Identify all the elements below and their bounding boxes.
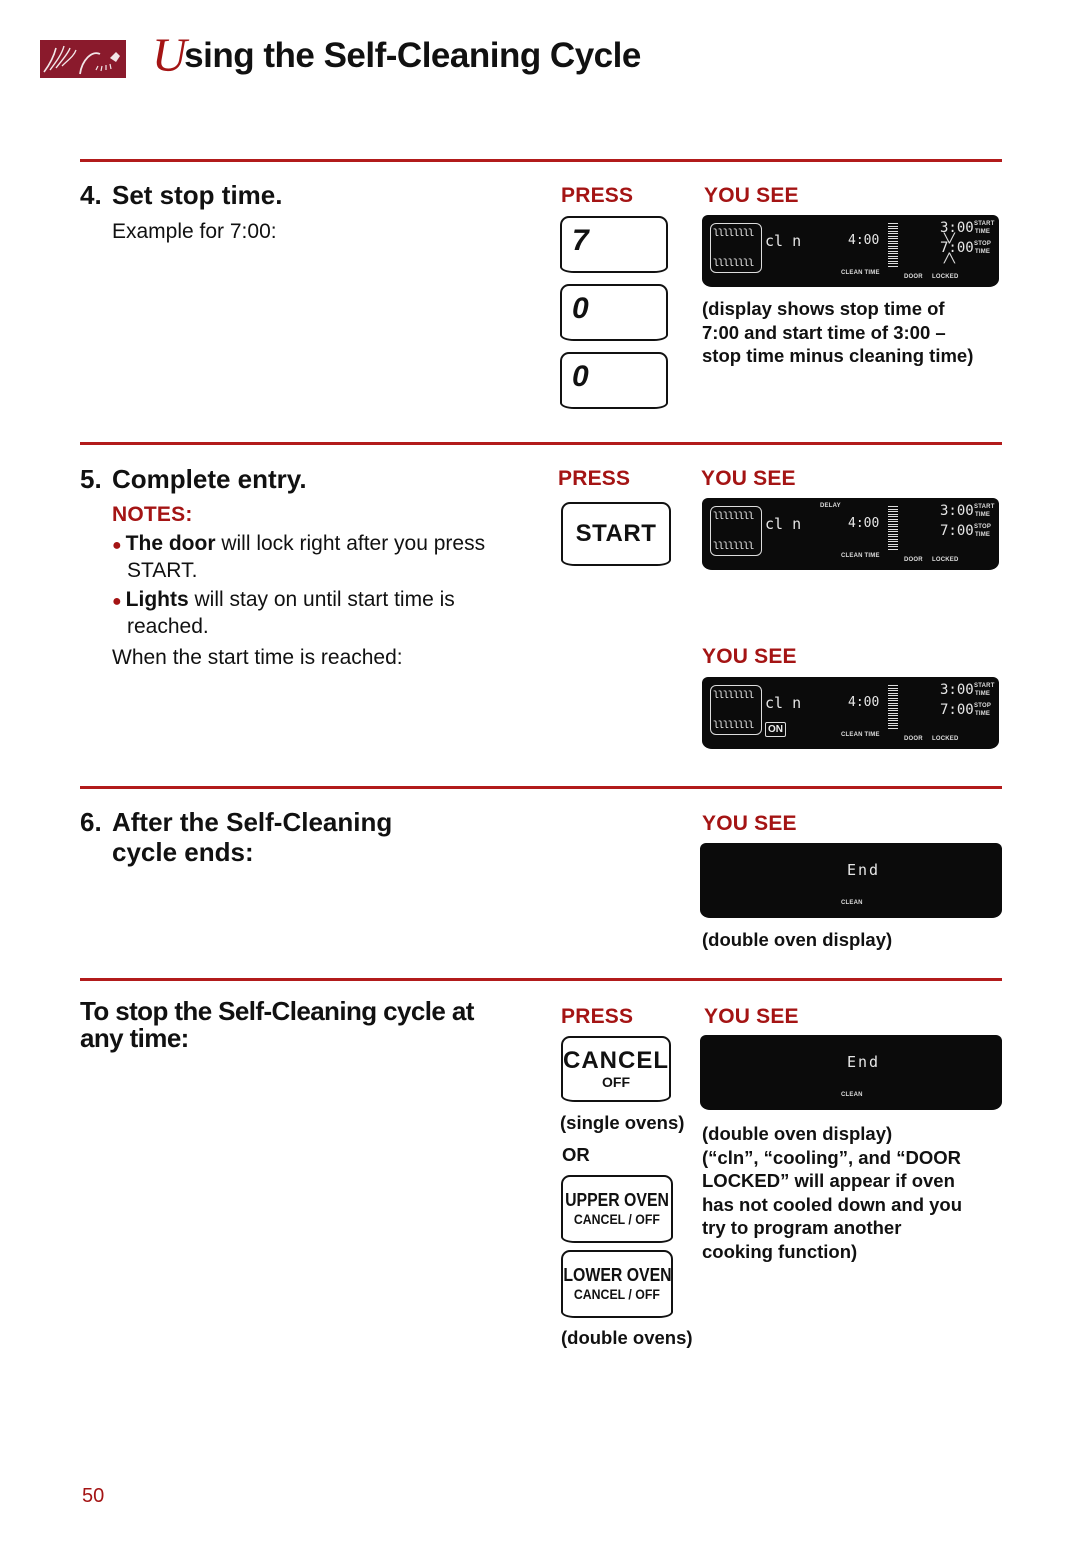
bullet-icon: ● — [112, 593, 122, 610]
stop-time-readout: 7:00 — [940, 702, 974, 718]
section-divider — [80, 786, 1002, 789]
title-initial: U — [152, 29, 187, 82]
oven-icon: ʅʅʅʅʅʅʅʅ ʅʅʅʅʅʅʅʅ — [710, 685, 762, 735]
oven-display-end: End CLEAN — [700, 1035, 1002, 1110]
delay-label: DELAY — [820, 503, 841, 509]
you-see-label: YOU SEE — [702, 812, 797, 835]
flashing-indicator-icon: ╱╲ — [944, 253, 955, 263]
start-time-readout: 3:00 — [940, 682, 974, 698]
cancel-off-button[interactable]: CANCEL OFF — [561, 1036, 671, 1102]
you-see-label: YOU SEE — [704, 184, 799, 207]
locked-label: LOCKED — [932, 736, 959, 742]
end-readout: End — [847, 861, 881, 879]
oven-icon: ʅʅʅʅʅʅʅʅ ʅʅʅʅʅʅʅʅ — [710, 223, 762, 273]
you-see-label: YOU SEE — [702, 645, 797, 668]
oven-icon: ʅʅʅʅʅʅʅʅ ʅʅʅʅʅʅʅʅ — [710, 506, 762, 556]
stop-time-readout: 7:00 — [940, 523, 974, 539]
door-label: DOOR — [904, 736, 923, 742]
start-button[interactable]: START — [561, 502, 671, 566]
step-4-caption: (display shows stop time of 7:00 and sta… — [702, 298, 974, 366]
level-bars — [888, 223, 898, 268]
note-item: ● Lights will stay on until start time is… — [112, 588, 455, 638]
key-0-button[interactable]: 0 — [560, 284, 668, 341]
mode-readout: cl n — [765, 694, 802, 712]
end-readout: End — [847, 1053, 881, 1071]
you-see-label: YOU SEE — [701, 467, 796, 490]
clean-time-readout: 4:00 — [848, 695, 880, 710]
locked-label: LOCKED — [932, 557, 959, 563]
section-divider — [80, 978, 1002, 981]
brand-logo — [40, 40, 126, 78]
stop-section-title: To stop the Self-Cleaning cycle at any t… — [80, 996, 474, 1053]
section-divider — [80, 159, 1002, 162]
door-label: DOOR — [904, 557, 923, 563]
step-6-title: 6. After the Self-Cleaning cycle ends: — [80, 807, 393, 867]
step-5-title: 5. Complete entry. — [80, 464, 307, 494]
key-0-button[interactable]: 0 — [560, 352, 668, 409]
mode-readout: cl n — [765, 232, 802, 250]
oven-display-delay: ʅʅʅʅʅʅʅʅ ʅʅʅʅʅʅʅʅ DELAY cl n 4:00 CLEAN … — [702, 498, 999, 570]
level-bars — [888, 506, 898, 551]
mode-readout: cl n — [765, 515, 802, 533]
step-6-caption: (double oven display) — [702, 929, 893, 950]
on-indicator: ON — [765, 722, 786, 737]
press-label: PRESS — [561, 1005, 634, 1028]
single-ovens-label: (single ovens) — [560, 1112, 685, 1133]
step-4-example: Example for 7:00: — [112, 220, 277, 243]
level-bars — [888, 685, 898, 730]
oven-display-on: ʅʅʅʅʅʅʅʅ ʅʅʅʅʅʅʅʅ ON cl n 4:00 CLEAN TIM… — [702, 677, 999, 749]
oven-display-end: End CLEAN — [700, 843, 1002, 918]
step-4-title: 4. Set stop time. — [80, 180, 283, 210]
oven-display-stop-time: ʅʅʅʅʅʅʅʅ ʅʅʅʅʅʅʅʅ cl n 4:00 CLEAN TIME D… — [702, 215, 999, 287]
clean-time-label: CLEAN TIME — [841, 553, 880, 559]
stop-section-caption: (double oven display) (“cln”, “cooling”,… — [702, 1123, 963, 1262]
clean-label: CLEAN — [841, 1092, 863, 1098]
press-label: PRESS — [561, 184, 634, 207]
double-ovens-label: (double ovens) — [561, 1327, 693, 1348]
clean-label: CLEAN — [841, 900, 863, 906]
page-number: 50 — [82, 1485, 105, 1507]
press-label: PRESS — [558, 467, 631, 490]
you-see-label: YOU SEE — [704, 1005, 799, 1028]
bullet-icon: ● — [112, 537, 122, 554]
wheat-and-flame-logo-icon — [40, 40, 126, 78]
upper-oven-cancel-button[interactable]: UPPER OVEN CANCEL / OFF — [561, 1175, 673, 1243]
title-text: sing the Self-Cleaning Cycle — [184, 36, 641, 75]
section-divider — [80, 442, 1002, 445]
key-7-button[interactable]: 7 — [560, 216, 668, 273]
clean-time-readout: 4:00 — [848, 516, 880, 531]
note-item: ● The door will lock right after you pres… — [112, 532, 486, 582]
lower-oven-cancel-button[interactable]: LOWER OVEN CANCEL / OFF — [561, 1250, 673, 1318]
notes-label: NOTES: — [112, 503, 193, 526]
clean-time-readout: 4:00 — [848, 233, 880, 248]
locked-label: LOCKED — [932, 274, 959, 280]
door-label: DOOR — [904, 274, 923, 280]
page-title: Using the Self-Cleaning Cycle — [152, 32, 641, 80]
start-reached-text: When the start time is reached: — [112, 646, 403, 669]
clean-time-label: CLEAN TIME — [841, 732, 880, 738]
start-time-readout: 3:00 — [940, 503, 974, 519]
clean-time-label: CLEAN TIME — [841, 270, 880, 276]
or-label: OR — [562, 1144, 590, 1165]
